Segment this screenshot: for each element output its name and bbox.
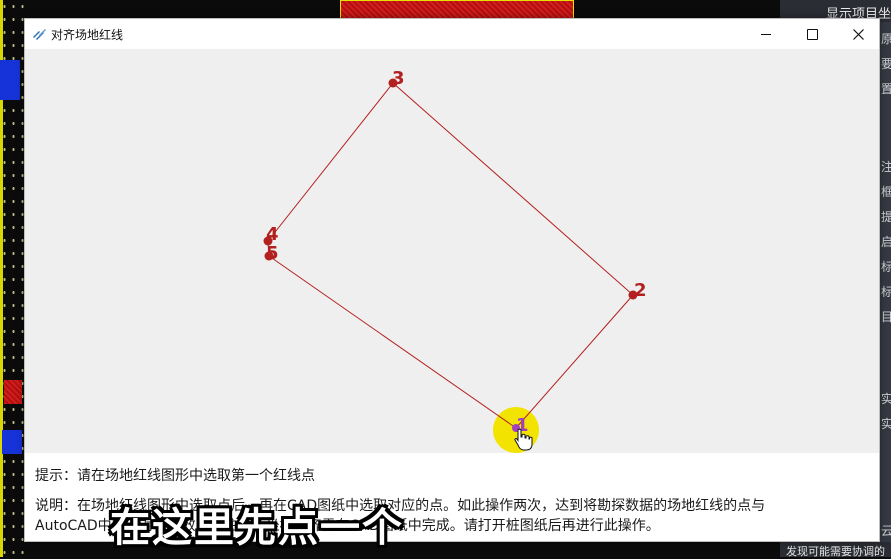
panel-text: 置 [881,82,891,96]
close-icon [852,28,864,40]
panel-text: 目 [881,310,891,324]
hint-text: 提示：请在场地红线图形中选取第一个红线点 [35,468,315,484]
panel-text: 要 [881,57,891,71]
panel-text: 框 [881,185,891,199]
cad-blue-block [0,60,20,100]
point-label-5: 5 [266,243,279,264]
panel-text: 提 [881,210,891,224]
close-button[interactable] [835,19,881,49]
dialog-titlebar[interactable]: 对齐场地红线 [25,19,879,49]
panel-text: 实 [881,417,891,431]
maximize-icon [806,28,818,40]
panel-text: 原 [881,32,891,46]
panel-text: 标 [881,285,891,299]
maximize-button[interactable] [789,19,835,49]
point-label-4: 4 [266,224,279,245]
video-subtitle: 在这里先点一个 [110,505,404,551]
redline-drawing[interactable]: 1 2 3 4 5 [25,49,879,453]
panel-text: 标 [881,260,891,274]
panel-text: 云 [881,524,891,538]
panel-text: 注 [881,160,891,174]
redline-boundary [267,82,634,429]
panel-text: 启 [881,235,891,249]
redline-canvas[interactable]: 1 2 3 4 5 [25,49,879,453]
app-logo-icon [33,29,46,40]
point-label-2: 2 [634,280,647,301]
panel-text: 实 [881,392,891,406]
align-redline-dialog: 对齐场地红线 1 2 3 4 5 提示：请在场地红线图形中选取第一个红线点 说明… [24,18,880,542]
cad-red-block [4,380,22,404]
dialog-title: 对齐场地红线 [51,28,124,42]
minimize-button[interactable] [743,19,789,49]
point-label-3: 3 [392,68,405,89]
cad-blue-block [2,430,22,454]
minimize-icon [761,33,771,35]
